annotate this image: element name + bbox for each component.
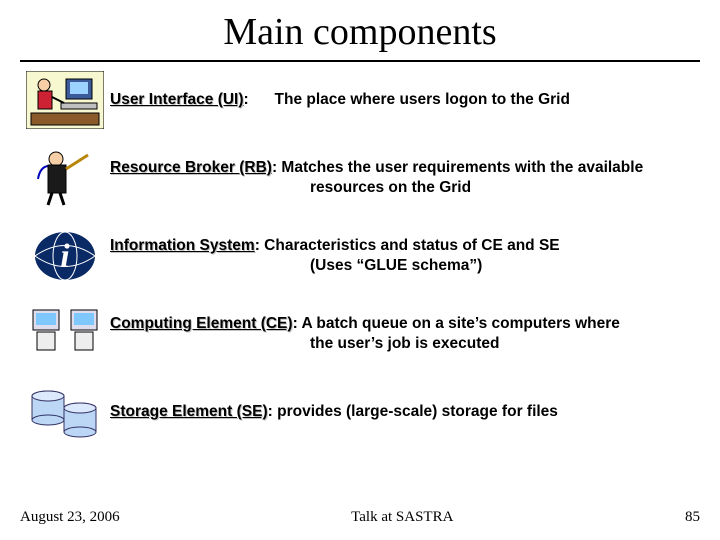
component-row: i Information System: Characteristics an… bbox=[20, 226, 700, 286]
footer-date: August 23, 2006 bbox=[20, 509, 120, 526]
svg-text:i: i bbox=[60, 238, 70, 275]
term-label: User Interface (UI) bbox=[110, 91, 244, 108]
term-label: Resource Broker (RB) bbox=[110, 159, 272, 176]
term-label: Information System bbox=[110, 237, 255, 254]
term-desc-sub: resources on the Grid bbox=[310, 178, 700, 198]
user-interface-icon bbox=[20, 71, 110, 129]
title-divider bbox=[20, 60, 700, 62]
footer: August 23, 2006 Talk at SASTRA 85 bbox=[20, 509, 700, 526]
slide: Main components User Interface (UI): The… bbox=[0, 0, 720, 540]
term-desc: Matches the user requirements with the a… bbox=[277, 159, 643, 176]
component-text: User Interface (UI): The place where use… bbox=[110, 90, 700, 110]
footer-page: 85 bbox=[685, 509, 700, 526]
component-row: User Interface (UI): The place where use… bbox=[20, 70, 700, 130]
storage-element-icon bbox=[20, 384, 110, 440]
slide-title: Main components bbox=[20, 10, 700, 54]
component-row: Computing Element (CE): A batch queue on… bbox=[20, 304, 700, 364]
component-text: Information System: Characteristics and … bbox=[110, 236, 700, 276]
term-desc-sub: (Uses “GLUE schema”) bbox=[310, 256, 700, 276]
component-row: Storage Element (SE): provides (large-sc… bbox=[20, 382, 700, 442]
term-desc: provides (large-scale) storage for files bbox=[273, 403, 558, 420]
information-system-icon: i bbox=[20, 227, 110, 285]
term-desc: A batch queue on a site’s computers wher… bbox=[298, 315, 620, 332]
term-label: Storage Element (SE) bbox=[110, 403, 268, 420]
term-sep: : bbox=[244, 91, 249, 108]
term-desc: Characteristics and status of CE and SE bbox=[260, 237, 560, 254]
component-text: Storage Element (SE): provides (large-sc… bbox=[110, 402, 700, 422]
term-desc: The place where users logon to the Grid bbox=[275, 91, 570, 108]
component-text: Computing Element (CE): A batch queue on… bbox=[110, 314, 700, 354]
computing-element-icon bbox=[20, 306, 110, 362]
footer-center: Talk at SASTRA bbox=[351, 509, 453, 526]
resource-broker-icon bbox=[20, 149, 110, 207]
component-row: Resource Broker (RB): Matches the user r… bbox=[20, 148, 700, 208]
term-desc-sub: the user’s job is executed bbox=[310, 334, 700, 354]
component-text: Resource Broker (RB): Matches the user r… bbox=[110, 158, 700, 198]
term-label: Computing Element (CE) bbox=[110, 315, 293, 332]
